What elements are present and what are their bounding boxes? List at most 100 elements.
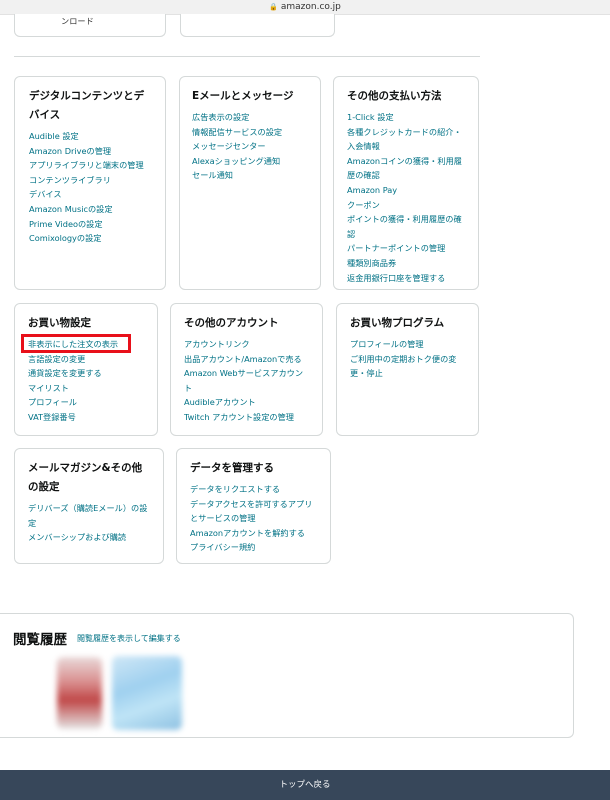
card-title: Eメールとメッセージ <box>192 90 294 102</box>
link-coupons[interactable]: クーポン <box>347 200 380 210</box>
domain-text: amazon.co.jp <box>280 2 341 12</box>
list-item: クーポン <box>347 198 465 213</box>
link-seller-account[interactable]: 出品アカウント/Amazonで売る <box>184 354 302 364</box>
link-alexa-notify[interactable]: Alexaショッピング通知 <box>192 156 280 166</box>
link-my-list[interactable]: マイリスト <box>28 383 69 393</box>
list-item: 種類別商品券 <box>347 256 465 271</box>
link-amazon-coins[interactable]: Amazonコインの獲得・利用履歴の確認 <box>347 156 462 181</box>
history-title: 閲覧履歴 <box>13 632 67 648</box>
list-item: デバイス <box>29 187 151 202</box>
link-content-library[interactable]: コンテンツライブラリ <box>29 175 111 185</box>
link-list: データをリクエストする データアクセスを許可するアプリとサービスの管理 Amaz… <box>190 482 317 555</box>
link-audible-settings[interactable]: Audible 設定 <box>29 131 79 141</box>
list-item: 広告表示の設定 <box>192 110 308 125</box>
link-amazon-music[interactable]: Amazon Musicの設定 <box>29 204 113 214</box>
list-item: メッセージセンター <box>192 139 308 154</box>
link-prime-video[interactable]: Prime Videoの設定 <box>29 219 103 229</box>
list-item: ご利用中の定期おトク便の変更・停止 <box>350 352 465 381</box>
list-item: セール通知 <box>192 168 308 183</box>
history-item-thumbnail[interactable] <box>57 657 102 729</box>
top-card-text: ンロード <box>61 16 94 26</box>
link-list: Audible 設定 Amazon Driveの管理 アプリライブラリと端末の管… <box>29 129 151 246</box>
list-item: Audible 設定 <box>29 129 151 144</box>
card-newsletter: メールマガジン&その他の設定 デリバーズ（購読Eメール）の設定 メンバーシップお… <box>14 448 164 564</box>
link-data-access-apps[interactable]: データアクセスを許可するアプリとサービスの管理 <box>190 499 312 524</box>
list-item: Amazon Musicの設定 <box>29 202 151 217</box>
list-item: ポイントの獲得・利用履歴の確認 <box>347 212 465 241</box>
link-list: プロフィールの管理 ご利用中の定期おトク便の変更・停止 <box>350 337 465 381</box>
list-item: 各種クレジットカードの紹介・入会情報 <box>347 125 465 154</box>
link-partner-points[interactable]: パートナーポイントの管理 <box>347 243 445 253</box>
list-item: Amazon Pay <box>347 183 465 198</box>
link-account-link[interactable]: アカウントリンク <box>184 339 250 349</box>
link-devices[interactable]: デバイス <box>29 189 62 199</box>
list-item: アプリライブラリと端末の管理 <box>29 158 151 173</box>
list-item: 通貨設定を変更する <box>28 366 144 381</box>
card-title: メールマガジン&その他の設定 <box>28 462 143 493</box>
link-app-library[interactable]: アプリライブラリと端末の管理 <box>29 160 144 170</box>
list-item: マイリスト <box>28 381 144 396</box>
link-info-delivery[interactable]: 情報配信サービスの設定 <box>192 127 282 137</box>
link-amazon-drive[interactable]: Amazon Driveの管理 <box>29 146 111 156</box>
list-item: Alexaショッピング通知 <box>192 154 308 169</box>
list-item: 言語設定の変更 <box>28 352 144 367</box>
link-comixology[interactable]: Comixologyの設定 <box>29 233 101 243</box>
list-item: Amazonアカウントを解約する <box>190 526 317 541</box>
list-item: 返金用銀行口座を管理する <box>347 271 465 286</box>
top-card-middle <box>180 14 335 37</box>
link-aws-account[interactable]: Amazon Webサービスアカウント <box>184 368 303 393</box>
list-item: プロフィールの管理 <box>350 337 465 352</box>
link-vat[interactable]: VAT登録番号 <box>28 412 76 422</box>
list-item: 1-Click 設定 <box>347 110 465 125</box>
link-refund-bank[interactable]: 返金用銀行口座を管理する <box>347 273 445 283</box>
link-delivers[interactable]: デリバーズ（購読Eメール）の設定 <box>28 503 147 528</box>
list-item: アカウントリンク <box>184 337 309 352</box>
card-digital-content: デジタルコンテンツとデバイス Audible 設定 Amazon Driveの管… <box>14 76 166 290</box>
card-manage-data: データを管理する データをリクエストする データアクセスを許可するアプリとサービ… <box>176 448 331 564</box>
list-item: データアクセスを許可するアプリとサービスの管理 <box>190 497 317 526</box>
list-item: コンテンツライブラリ <box>29 173 151 188</box>
link-1click[interactable]: 1-Click 設定 <box>347 112 394 122</box>
list-item: Comixologyの設定 <box>29 231 151 246</box>
card-other-payments: その他の支払い方法 1-Click 設定 各種クレジットカードの紹介・入会情報 … <box>333 76 479 290</box>
history-edit-link[interactable]: 閲覧履歴を表示して編集する <box>77 633 181 644</box>
link-memberships[interactable]: メンバーシップおよび購読 <box>28 532 126 542</box>
link-subscribe-save[interactable]: ご利用中の定期おトク便の変更・停止 <box>350 354 456 379</box>
link-message-center[interactable]: メッセージセンター <box>192 141 266 151</box>
link-privacy[interactable]: プライバシー規約 <box>190 542 255 552</box>
link-sale-notify[interactable]: セール通知 <box>192 170 233 180</box>
back-to-top-button[interactable]: トップへ戻る <box>0 770 610 800</box>
link-ad-settings[interactable]: 広告表示の設定 <box>192 112 249 122</box>
link-close-account[interactable]: Amazonアカウントを解約する <box>190 528 305 538</box>
link-list: 広告表示の設定 情報配信サービスの設定 メッセージセンター Alexaショッピン… <box>192 110 308 183</box>
link-profile[interactable]: プロフィール <box>28 397 77 407</box>
list-item: Amazonコインの獲得・利用履歴の確認 <box>347 154 465 183</box>
top-card-left: ンロード <box>14 14 166 37</box>
link-language-settings[interactable]: 言語設定の変更 <box>28 354 85 364</box>
link-list: デリバーズ（購読Eメール）の設定 メンバーシップおよび購読 <box>28 501 150 545</box>
link-twitch-account[interactable]: Twitch アカウント設定の管理 <box>184 412 294 422</box>
card-title: デジタルコンテンツとデバイス <box>29 90 145 121</box>
card-shopping-settings: お買い物設定 非表示にした注文の表示 言語設定の変更 通貨設定を変更する マイリ… <box>14 303 158 436</box>
card-other-accounts: その他のアカウント アカウントリンク 出品アカウント/Amazonで売る Ama… <box>170 303 323 436</box>
lock-icon: 🔒 <box>269 3 278 11</box>
list-item: Amazon Webサービスアカウント <box>184 366 309 395</box>
link-points[interactable]: ポイントの獲得・利用履歴の確認 <box>347 214 462 239</box>
link-list: 1-Click 設定 各種クレジットカードの紹介・入会情報 Amazonコインの… <box>347 110 465 285</box>
card-shopping-programs: お買い物プログラム プロフィールの管理 ご利用中の定期おトク便の変更・停止 <box>336 303 479 436</box>
link-request-data[interactable]: データをリクエストする <box>190 484 280 494</box>
link-gift-certificates[interactable]: 種類別商品券 <box>347 258 396 268</box>
link-credit-cards[interactable]: 各種クレジットカードの紹介・入会情報 <box>347 127 462 152</box>
list-item: 出品アカウント/Amazonで売る <box>184 352 309 367</box>
browser-address-bar[interactable]: 🔒 amazon.co.jp <box>0 0 610 15</box>
link-audible-account[interactable]: Audibleアカウント <box>184 397 256 407</box>
card-title: その他のアカウント <box>184 317 279 329</box>
list-item: デリバーズ（購読Eメール）の設定 <box>28 501 150 530</box>
link-profile-manage[interactable]: プロフィールの管理 <box>350 339 424 349</box>
list-item: Audibleアカウント <box>184 395 309 410</box>
list-item: メンバーシップおよび購読 <box>28 530 150 545</box>
card-title: お買い物プログラム <box>350 317 445 329</box>
link-currency-settings[interactable]: 通貨設定を変更する <box>28 368 102 378</box>
history-item-thumbnail[interactable] <box>112 656 182 730</box>
link-amazon-pay[interactable]: Amazon Pay <box>347 185 397 195</box>
